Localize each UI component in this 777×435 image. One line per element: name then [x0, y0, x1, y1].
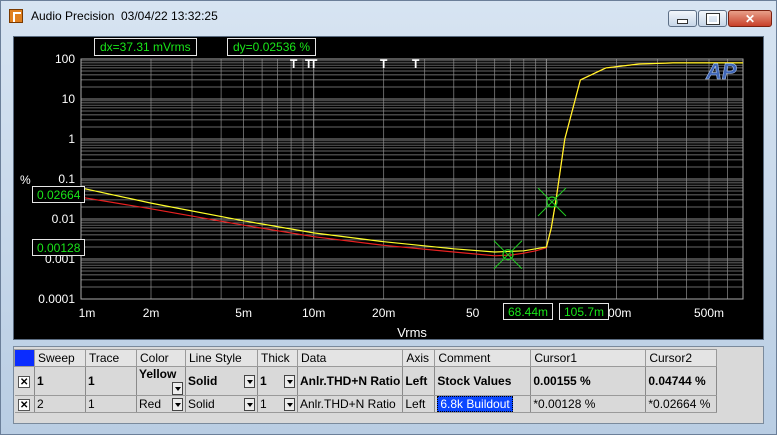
y-axis-unit: %	[20, 173, 31, 187]
row-style-value: Solid	[188, 374, 218, 388]
dy-readout: dy=0.02536 %	[227, 38, 317, 56]
chevron-down-icon[interactable]	[284, 398, 295, 411]
x-tick-label: 2m	[143, 306, 160, 320]
col-trace[interactable]: Trace	[85, 349, 137, 367]
maximize-button[interactable]	[698, 10, 727, 27]
t-marker: T	[290, 57, 298, 71]
x-tick-label: 50	[466, 306, 480, 320]
minimize-button[interactable]	[668, 10, 697, 27]
y-tick-label: 0.01	[52, 212, 76, 226]
col-cursor1[interactable]: Cursor1	[530, 349, 647, 367]
app-logo-icon[interactable]	[9, 9, 23, 23]
legend-row[interactable]: ✕ 2 1 Red Solid 1 Anlr.THD+N Ratio Left …	[14, 395, 718, 413]
col-cursor2[interactable]: Cursor2	[645, 349, 718, 367]
row-axis[interactable]: Left	[402, 366, 436, 396]
row-trace[interactable]: 1	[85, 395, 137, 413]
series-line	[80, 62, 743, 257]
row-cursor2: *0.02664 %	[645, 395, 718, 413]
row-enable-checkbox[interactable]: ✕	[18, 376, 31, 388]
col-sweep[interactable]: Sweep	[34, 349, 86, 367]
x-tick-label: 500m	[694, 306, 724, 320]
x-tick-label: 1m	[79, 306, 96, 320]
row-data[interactable]: Anlr.THD+N Ratio	[297, 366, 404, 396]
row-cursor1: *0.00128 %	[530, 395, 647, 413]
dx-readout: dx=37.31 mVrms	[94, 38, 197, 56]
x-tick-label: 5m	[235, 306, 252, 320]
legend-row[interactable]: ✕ 1 1 Yellow Solid 1 Anlr.THD+N Ratio Le…	[14, 366, 718, 396]
cursor-x2-label[interactable]: 105.7m	[559, 303, 610, 320]
y-tick-label: 0.0001	[38, 292, 75, 306]
chevron-down-icon[interactable]	[284, 375, 295, 388]
row-style-select[interactable]: Solid	[185, 366, 258, 396]
row-cursor2: 0.04744 %	[645, 366, 718, 396]
row-color-select[interactable]: Yellow	[136, 366, 186, 396]
select-all-cell[interactable]	[14, 349, 35, 367]
col-line-style[interactable]: Line Style	[185, 349, 258, 367]
col-thick[interactable]: Thick	[257, 349, 298, 367]
thd-chart[interactable]: 1001010.10.010.0010.00011m 2m 5m 10m 20m 50 20…	[14, 37, 763, 339]
close-button[interactable]	[728, 10, 772, 27]
window-datetime: 03/04/22 13:32:25	[121, 9, 218, 23]
cursor-x1-label[interactable]: 68.44m	[503, 303, 554, 320]
row-thick-select[interactable]: 1	[257, 366, 298, 396]
row-comment[interactable]: Stock Values	[434, 366, 532, 396]
t-marker: T	[310, 57, 318, 71]
row-thick-value: 1	[260, 397, 267, 411]
comment-edit-field[interactable]: 6.8k Buildout	[437, 396, 513, 412]
row-trace[interactable]: 1	[85, 366, 137, 396]
chevron-down-icon[interactable]	[244, 398, 255, 411]
row-thick-value: 1	[260, 374, 267, 388]
trace-legend-grid[interactable]: Sweep Trace Color Line Style Thick Data …	[13, 346, 764, 424]
row-thick-select[interactable]: 1	[257, 395, 298, 413]
row-comment-input[interactable]: 6.8k Buildout	[434, 395, 532, 413]
t-marker: T	[412, 57, 420, 71]
col-data[interactable]: Data	[296, 349, 404, 367]
chevron-down-icon[interactable]	[244, 375, 255, 388]
row-sweep[interactable]: 2	[34, 395, 86, 413]
ap-logo: AP	[705, 59, 737, 84]
title-bar[interactable]: Audio Precision 03/04/22 13:32:25	[1, 1, 776, 31]
series-line	[80, 62, 743, 253]
row-sweep[interactable]: 1	[34, 366, 86, 396]
col-comment[interactable]: Comment	[434, 349, 532, 367]
cursor-y-low-label[interactable]: 0.00128	[32, 239, 86, 256]
col-axis[interactable]: Axis	[402, 349, 436, 367]
row-data[interactable]: Anlr.THD+N Ratio	[297, 395, 404, 413]
row-color-value: Red	[139, 397, 162, 411]
row-cursor1: 0.00155 %	[530, 366, 647, 396]
y-tick-label: 1	[68, 132, 75, 146]
app-window: Audio Precision 03/04/22 13:32:25 100 10 1…	[0, 0, 777, 435]
y-tick-label: 10	[62, 92, 76, 106]
legend-table: Sweep Trace Color Line Style Thick Data …	[14, 349, 718, 413]
window-title: Audio Precision	[31, 9, 115, 23]
graph-panel[interactable]: 100 10 1 0.1 0.01 0.001 0.0001 1m 2m 5m 10m 20m 50 20…	[13, 36, 764, 340]
row-color-value: Yellow	[139, 367, 177, 381]
row-axis[interactable]: Left	[402, 395, 436, 413]
x-tick-label: 10m	[302, 306, 325, 320]
x-tick-label: 20m	[372, 306, 395, 320]
chevron-down-icon[interactable]	[172, 398, 183, 411]
cursor-y-high-label[interactable]: 0.02664	[32, 186, 86, 203]
y-tick-label: 0.1	[58, 172, 75, 186]
t-marker: T	[380, 57, 388, 71]
chevron-down-icon[interactable]	[172, 382, 183, 395]
legend-header-row: Sweep Trace Color Line Style Thick Data …	[14, 349, 718, 367]
row-style-value: Solid	[188, 397, 215, 411]
y-tick-label: 100	[55, 52, 75, 66]
row-color-select[interactable]: Red	[136, 395, 186, 413]
row-enable-checkbox[interactable]: ✕	[18, 399, 31, 411]
x-axis-label: Vrms	[397, 325, 427, 339]
row-style-select[interactable]: Solid	[185, 395, 258, 413]
col-color[interactable]: Color	[136, 349, 186, 367]
